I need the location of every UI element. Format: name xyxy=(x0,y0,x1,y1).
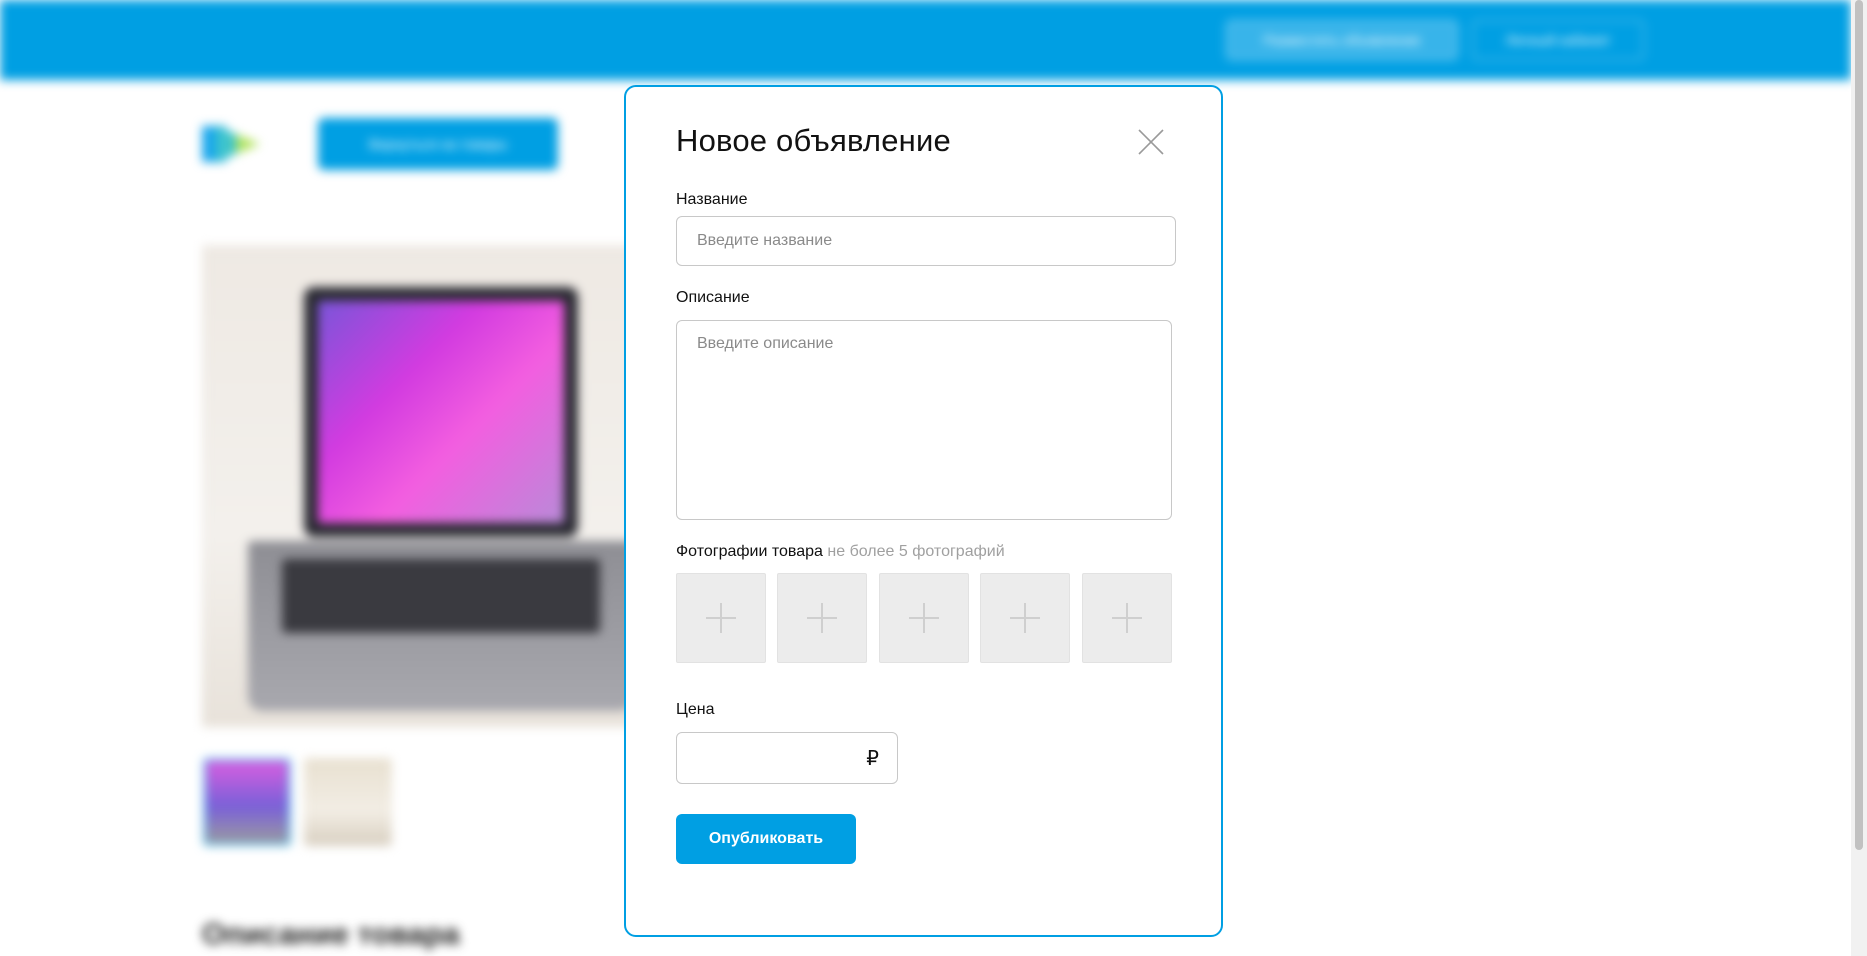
plus-icon xyxy=(807,603,837,633)
back-to-products-button[interactable]: Вернуться на товары xyxy=(318,118,558,170)
modal-title: Новое объявление xyxy=(676,123,951,158)
description-textarea[interactable] xyxy=(676,320,1172,520)
page-scrollbar[interactable] xyxy=(1851,0,1867,956)
photos-label: Фотографии товара не более 5 фотографий xyxy=(676,543,1005,561)
plus-icon xyxy=(1112,603,1142,633)
close-icon xyxy=(1138,129,1164,155)
close-modal-button[interactable] xyxy=(1136,127,1166,157)
photo-upload-slot-5[interactable] xyxy=(1082,573,1172,663)
new-ad-modal: Новое объявление Название Описание Фотог… xyxy=(624,85,1223,937)
plus-icon xyxy=(909,603,939,633)
laptop-keyboard-image xyxy=(282,559,600,633)
publish-button[interactable]: Опубликовать xyxy=(676,814,856,864)
photo-upload-slot-4[interactable] xyxy=(980,573,1070,663)
name-input[interactable] xyxy=(676,216,1176,266)
laptop-screen-image xyxy=(304,287,578,537)
product-thumbnail-1[interactable] xyxy=(203,758,291,846)
product-main-photo xyxy=(202,245,672,727)
price-input[interactable] xyxy=(677,733,857,783)
product-description-heading: Описание товара xyxy=(202,918,460,951)
logo-icon[interactable] xyxy=(202,124,262,164)
price-label: Цена xyxy=(676,701,715,718)
plus-icon xyxy=(706,603,736,633)
name-label: Название xyxy=(676,191,748,208)
plus-icon xyxy=(1010,603,1040,633)
photo-upload-slot-1[interactable] xyxy=(676,573,766,663)
ruble-currency-sign: ₽ xyxy=(866,746,879,770)
laptop-base-image xyxy=(248,541,634,711)
price-field: ₽ xyxy=(676,732,898,784)
top-header-bar: Разместить объявление Личный кабинет xyxy=(0,0,1851,80)
description-label: Описание xyxy=(676,289,750,306)
photos-limit-hint: не более 5 фотографий xyxy=(827,543,1005,560)
photo-upload-slot-2[interactable] xyxy=(777,573,867,663)
photos-label-text: Фотографии товара xyxy=(676,543,823,560)
product-thumbnail-2[interactable] xyxy=(304,758,392,846)
post-ad-button[interactable]: Разместить объявление xyxy=(1226,20,1458,60)
laptop-screen-wallpaper xyxy=(318,301,564,523)
page-scrollbar-thumb[interactable] xyxy=(1855,0,1863,850)
photo-upload-slot-3[interactable] xyxy=(879,573,969,663)
account-button[interactable]: Личный кабинет xyxy=(1472,20,1644,60)
